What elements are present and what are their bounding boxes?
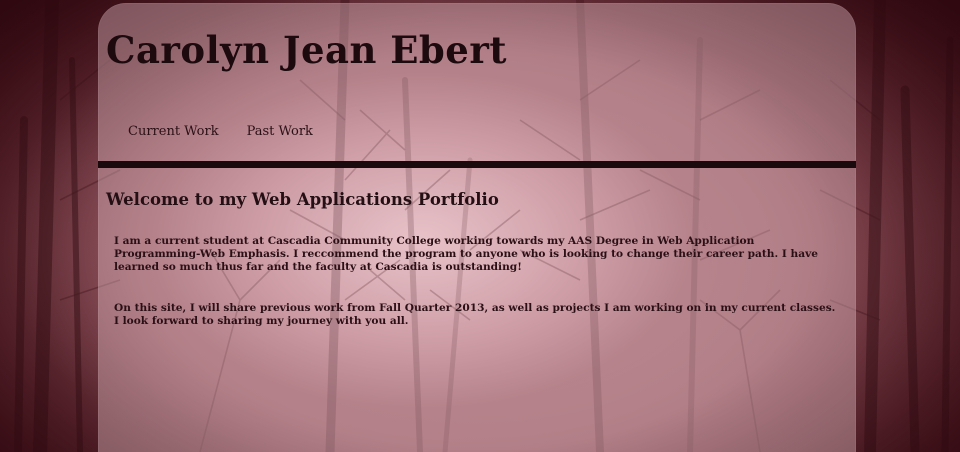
site-title: Carolyn Jean Ebert	[106, 28, 507, 72]
intro-paragraph: I am a current student at Cascadia Commu…	[114, 235, 818, 273]
nav-link-current-work[interactable]: Current Work	[128, 124, 219, 139]
main-nav: Current Work Past Work	[128, 124, 313, 139]
nav-divider	[98, 161, 856, 168]
nav-link-past-work[interactable]: Past Work	[247, 124, 313, 139]
page-heading: Welcome to my Web Applications Portfolio	[106, 190, 499, 209]
site-description-paragraph: On this site, I will share previous work…	[114, 302, 836, 327]
